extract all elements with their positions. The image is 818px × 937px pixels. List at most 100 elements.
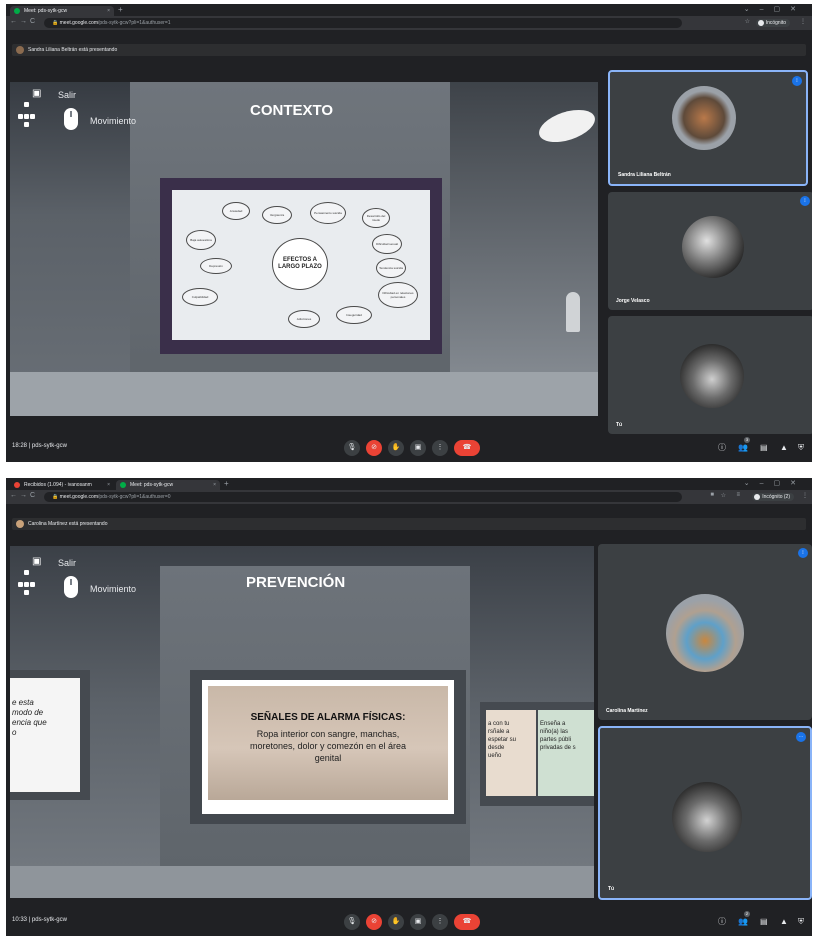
mindmap-node: Inseguridad: [336, 306, 372, 324]
chat-icon[interactable]: ▤: [760, 917, 768, 927]
hangup-button[interactable]: ☎: [454, 914, 480, 930]
incognito-badge[interactable]: Incógnito: [755, 19, 790, 27]
present-button[interactable]: ▣: [410, 440, 426, 456]
presenter-avatar: [16, 520, 24, 528]
participant-name: Tú: [608, 886, 615, 892]
camera-permission-icon[interactable]: ■: [710, 492, 714, 498]
participant-name: Carolina Martínez: [606, 708, 648, 714]
participant-name: Sandra Liliana Beltrán: [618, 172, 671, 178]
more-options-button[interactable]: ⋮: [432, 440, 448, 456]
info-icon[interactable]: ⓘ: [718, 443, 726, 453]
star-icon[interactable]: ☆: [745, 18, 750, 25]
present-button[interactable]: ▣: [410, 914, 426, 930]
address-bar-row: ← → C 🔒 meet.google.com/pds-sytk-gcw?pli…: [6, 16, 812, 30]
raise-hand-button[interactable]: ✋: [388, 914, 404, 930]
participant-tile[interactable]: Tú: [608, 316, 812, 434]
camera-off-button[interactable]: ⊘: [366, 914, 382, 930]
tab-label: Recibidos (1.094) - ivanosanm: [24, 482, 92, 488]
sculpture: [566, 292, 580, 332]
window-controls[interactable]: ⌄–▢✕: [744, 479, 806, 487]
browser-tab-gmail[interactable]: Recibidos (1.094) - ivanosanm ×: [10, 480, 114, 490]
meeting-clock: 18:28 | pds-sytk-gcw: [12, 443, 67, 449]
participant-tile[interactable]: ⋯ Tú: [598, 726, 812, 900]
right-panel: a con tu rsñale a espetar su desde ueño …: [480, 702, 594, 806]
browser-menu-icon[interactable]: ⋮: [802, 492, 808, 499]
url-field[interactable]: 🔒 meet.google.com/pds-sytk-gcw?pli=1&aut…: [44, 492, 682, 502]
forward-icon[interactable]: →: [20, 492, 27, 499]
media-icon[interactable]: ≡: [736, 492, 740, 498]
time-text: 10:33: [12, 917, 28, 923]
host-controls-icon[interactable]: ⛨: [798, 443, 804, 453]
mindmap-node: Tendencia suicida: [376, 258, 406, 278]
meeting-code: pds-sytk-gcw: [31, 443, 67, 449]
back-icon[interactable]: ←: [10, 18, 17, 25]
info-icon[interactable]: ⓘ: [718, 917, 726, 927]
picture-frame: EFECTOS A LARGO PLAZO Ansiedad Vergüenza…: [160, 178, 442, 354]
browser-tab-meet[interactable]: Meet: pds-sytk-gcw ×: [116, 480, 220, 490]
sign-heading: SEÑALES DE ALARMA FÍSICAS:: [250, 712, 406, 723]
meet-favicon-icon: [120, 482, 126, 488]
browser-menu-icon[interactable]: ⋮: [800, 18, 806, 25]
people-count-badge: 3: [744, 437, 750, 443]
activities-icon[interactable]: ▲: [780, 917, 788, 927]
mindmap-board: EFECTOS A LARGO PLAZO Ansiedad Vergüenza…: [172, 190, 430, 340]
activities-icon[interactable]: ▲: [780, 443, 788, 453]
more-options-button[interactable]: ⋮: [432, 914, 448, 930]
presenting-banner: Sandra Liliana Beltrán está presentando: [6, 30, 812, 70]
reload-icon[interactable]: C: [30, 18, 35, 25]
time-text: 18:28: [12, 443, 28, 449]
presentation-stage: ▣ Salir Movimiento PREVENCIÓN e esta mod…: [10, 546, 594, 898]
right-panel-photo-b: Enseña a niño(a) las partes públi privad…: [538, 710, 594, 796]
close-tab-icon[interactable]: ×: [107, 6, 110, 16]
close-tab-icon[interactable]: ×: [213, 480, 216, 490]
mindmap-node: Depresión: [200, 258, 232, 274]
movement-label: Movimiento: [90, 116, 137, 126]
sign-photo: SEÑALES DE ALARMA FÍSICAS: Ropa interior…: [208, 686, 448, 800]
back-icon[interactable]: ←: [10, 492, 17, 499]
mic-button[interactable]: 🎙: [344, 914, 360, 930]
meet-window-contexto: Meet: pds-sytk-gcw × + ⌄–▢✕ ← → C 🔒 meet…: [6, 4, 812, 462]
right-panel-photo-a: a con tu rsñale a espetar su desde ueño: [486, 710, 536, 796]
hangup-button[interactable]: ☎: [454, 440, 480, 456]
host-controls-icon[interactable]: ⛨: [798, 917, 804, 927]
people-icon[interactable]: 👥: [738, 917, 748, 927]
raise-hand-button[interactable]: ✋: [388, 440, 404, 456]
url-field[interactable]: 🔒 meet.google.com/pds-sytk-gcw?pli=1&aut…: [44, 18, 682, 28]
participant-tile[interactable]: ⁞ Sandra Liliana Beltrán: [608, 70, 808, 186]
participant-tile[interactable]: ⁞ Carolina Martínez: [598, 544, 812, 720]
chat-icon[interactable]: ▤: [760, 443, 768, 453]
exit-icon[interactable]: ▣: [32, 88, 41, 99]
window-controls[interactable]: ⌄–▢✕: [744, 5, 806, 13]
mindmap-node: Dificultad en relaciones personales: [378, 282, 418, 308]
people-icon[interactable]: 👥: [738, 443, 748, 453]
browser-tab-meet[interactable]: Meet: pds-sytk-gcw ×: [10, 6, 114, 16]
star-icon[interactable]: ☆: [721, 492, 726, 499]
new-tab-icon[interactable]: +: [118, 5, 123, 14]
meet-control-bar: 18:28 | pds-sytk-gcw 🎙 ⊘ ✋ ▣ ⋮ ☎ ⓘ 👥 3 ▤…: [6, 434, 812, 462]
more-options-icon[interactable]: ⋯: [796, 732, 806, 742]
browser-tab-strip: Recibidos (1.094) - ivanosanm × Meet: pd…: [6, 478, 812, 490]
mindmap-node: Baja autoestima: [186, 230, 216, 250]
mic-button[interactable]: 🎙: [344, 440, 360, 456]
exit-label: Salir: [58, 90, 77, 100]
incognito-badge[interactable]: Incógnito (2): [752, 493, 794, 501]
participant-avatar: [682, 216, 744, 278]
participant-video: [666, 594, 744, 672]
reload-icon[interactable]: C: [30, 492, 35, 499]
camera-off-button[interactable]: ⊘: [366, 440, 382, 456]
participant-tile[interactable]: ⁞ Jorge Velasco: [608, 192, 812, 310]
left-panel-text: e esta modo de encia que o: [12, 698, 47, 737]
participant-video: [672, 86, 736, 150]
scene-title: CONTEXTO: [250, 102, 334, 119]
participant-name: Tú: [616, 422, 623, 428]
tab-label: Meet: pds-sytk-gcw: [24, 8, 68, 14]
mouse-icon: [64, 576, 78, 598]
new-tab-icon[interactable]: +: [224, 479, 229, 488]
forward-icon[interactable]: →: [20, 18, 27, 25]
mindmap-node: Culpabilidad: [182, 288, 218, 306]
presenting-banner: Carolina Martínez está presentando: [6, 504, 812, 544]
exit-icon[interactable]: ▣: [32, 556, 41, 567]
close-tab-icon[interactable]: ×: [107, 480, 110, 490]
mindmap-node: Desarrollo del miedo: [362, 208, 390, 228]
mindmap-center: EFECTOS A LARGO PLAZO: [272, 238, 328, 290]
